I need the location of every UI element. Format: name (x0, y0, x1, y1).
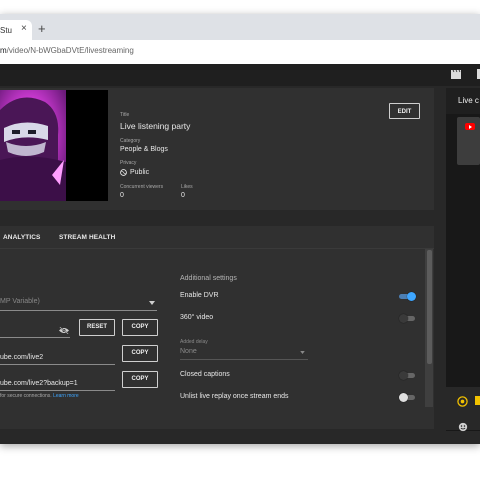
close-tab-icon[interactable]: × (21, 23, 27, 34)
copy-stream-url-button[interactable]: COPY (122, 345, 158, 362)
copy-stream-key-button[interactable]: COPY (122, 319, 158, 336)
privacy-value: Public (130, 169, 150, 176)
added-delay-underline (180, 359, 308, 360)
closed-captions-toggle[interactable] (399, 371, 415, 380)
title-label: Title (120, 112, 130, 118)
browser-tab-strip: Stu × + (0, 14, 480, 40)
toggle-knob (399, 393, 408, 402)
likes-label: Likes (181, 184, 193, 190)
browser-tab[interactable]: Stu × (0, 20, 32, 40)
tab-analytics[interactable]: ANALYTICS (3, 234, 41, 241)
settings-scrollbar-thumb[interactable] (427, 250, 432, 364)
stream-info-card: Title Live listening party Category Peop… (0, 88, 434, 210)
stream-url-value: ube.com/live2 (0, 354, 44, 361)
url-path: /video/N-bWGbaDVtE/livestreaming (6, 46, 134, 55)
reset-button[interactable]: RESET (79, 319, 115, 336)
stream-thumbnail (0, 90, 108, 201)
chat-avatar-badge (475, 396, 480, 405)
super-chat-icon[interactable] (457, 396, 468, 407)
closed-captions-label: Closed captions (180, 371, 230, 378)
viewers-label: Concurrent viewers (120, 184, 164, 190)
toggle-knob (399, 314, 408, 323)
toggle-knob (407, 292, 416, 301)
category-label: Category (120, 138, 141, 144)
dropdown-arrow-icon[interactable] (149, 301, 155, 305)
delay-dropdown-arrow-icon[interactable] (300, 351, 305, 354)
url-host: m (0, 46, 7, 55)
youtube-logo-icon (465, 123, 475, 130)
unlist-replay-toggle[interactable] (399, 393, 415, 402)
hide-key-eye-icon[interactable] (59, 327, 69, 334)
emoji-icon[interactable] (458, 422, 468, 432)
toggle-knob (399, 371, 408, 380)
enable-dvr-toggle[interactable] (399, 292, 416, 301)
browser-tab-title: Stu (0, 26, 13, 35)
learn-more-link[interactable]: Learn more (53, 393, 79, 399)
additional-settings-heading: Additional settings (180, 275, 237, 282)
added-delay-label: Added delay (180, 339, 208, 345)
added-delay-value[interactable]: None (180, 348, 197, 355)
stream-title: Live listening party (120, 121, 191, 131)
tab-stream-health[interactable]: STREAM HEALTH (59, 234, 115, 241)
stream-key-select-value[interactable]: MP Variable) (0, 298, 40, 305)
globe-icon (120, 169, 127, 176)
stream-url-underline (0, 364, 115, 365)
video-360-label: 360° video (180, 314, 214, 321)
stream-key-field-underline (0, 337, 70, 338)
stream-key-select-underline (0, 310, 157, 311)
new-tab-icon[interactable]: + (38, 22, 46, 35)
copy-backup-url-button[interactable]: COPY (122, 371, 158, 388)
live-chat-title: Live c (458, 96, 479, 105)
tab-bar: ANALYTICS STREAM HEALTH (0, 226, 434, 249)
avatar-artwork-icon (0, 90, 108, 201)
viewers-value: 0 (120, 192, 124, 199)
studio-header (0, 64, 480, 86)
address-bar[interactable]: m/video/N-bWGbaDVtE/livestreaming (0, 40, 480, 65)
category-value: People & Blogs (120, 146, 168, 153)
url-text: m/video/N-bWGbaDVtE/livestreaming (0, 46, 134, 55)
clapperboard-icon[interactable] (450, 68, 462, 80)
video-360-toggle[interactable] (399, 314, 415, 323)
flag-icon[interactable] (476, 68, 480, 80)
enable-dvr-label: Enable DVR (180, 292, 219, 299)
secure-connection-helper: for secure connections. Learn more (0, 393, 79, 399)
privacy-label: Privacy (120, 160, 137, 166)
likes-value: 0 (181, 192, 185, 199)
backup-url-value: ube.com/live2?backup=1 (0, 380, 78, 387)
helper-text: for secure connections. (0, 393, 52, 399)
edit-button[interactable]: EDIT (389, 103, 420, 119)
unlist-replay-label: Unlist live replay once stream ends (180, 393, 289, 400)
backup-url-underline (0, 390, 115, 391)
